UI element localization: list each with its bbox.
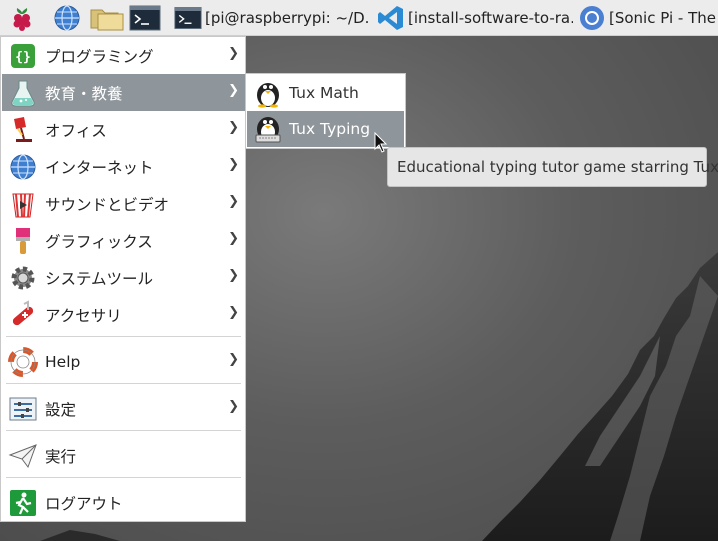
taskbar-task-label: [pi@raspberrypi: ~/D...	[205, 9, 368, 27]
menu-item-label: グラフィックス	[45, 232, 153, 251]
menu-separator	[6, 383, 241, 384]
office-lamp-icon	[14, 116, 32, 142]
tux-math-icon	[257, 83, 279, 108]
chevron-right-icon: ❯	[228, 46, 239, 61]
popcorn-icon	[12, 193, 34, 217]
menu-item-label: インターネット	[45, 158, 154, 177]
menu-item-label: 設定	[45, 400, 77, 419]
menu-item-education[interactable]: 教育・教養 ❯	[2, 74, 245, 111]
menu-item-logout[interactable]: ログアウト	[2, 484, 245, 521]
file-manager-icon[interactable]	[90, 4, 124, 32]
menu-item-label: サウンドとビデオ	[45, 195, 170, 214]
vscode-icon	[378, 6, 403, 30]
submenu-item-label: Tux Math	[289, 84, 359, 102]
mouse-cursor-icon	[374, 132, 388, 153]
menu-item-label: 教育・教養	[45, 84, 123, 103]
menu-item-settings[interactable]: 設定 ❯	[2, 390, 245, 427]
taskbar-task-label: [install-software-to-ra...	[408, 9, 573, 27]
menu-item-label: アクセサリ	[45, 306, 122, 325]
menu-item-label: 実行	[45, 447, 77, 466]
taskbar: [pi@raspberrypi: ~/D... [install-softwar…	[0, 0, 718, 36]
menu-item-internet[interactable]: インターネット ❯	[2, 148, 245, 185]
chevron-right-icon: ❯	[228, 157, 239, 172]
lifebuoy-icon	[8, 346, 38, 377]
submenu-item-tux-math[interactable]: Tux Math	[247, 75, 404, 111]
taskbar-task-sonic-pi[interactable]: [Sonic Pi - The L	[578, 2, 718, 34]
menu-item-label: オフィス	[45, 121, 107, 140]
globe-icon	[10, 153, 36, 180]
swiss-knife-icon	[12, 299, 34, 325]
chevron-right-icon: ❯	[228, 83, 239, 98]
menu-item-sound-video[interactable]: サウンドとビデオ ❯	[2, 185, 245, 222]
education-flask-icon	[11, 80, 35, 106]
menu-item-label: プログラミング	[45, 47, 154, 66]
menu-item-accessories[interactable]: アクセサリ ❯	[2, 296, 245, 333]
taskbar-task-vscode[interactable]: [install-software-to-ra...	[377, 2, 573, 34]
settings-sliders-icon	[9, 397, 37, 420]
menu-item-graphics[interactable]: グラフィックス ❯	[2, 222, 245, 259]
tux-typing-icon	[255, 117, 281, 143]
menu-item-label: システムツール	[45, 269, 154, 288]
chevron-right-icon: ❯	[228, 268, 239, 283]
programming-icon: {}	[11, 43, 35, 68]
menu-item-label: ログアウト	[45, 494, 123, 513]
paper-plane-icon	[8, 443, 37, 468]
menu-item-run[interactable]: 実行	[2, 437, 245, 474]
menu-item-office[interactable]: オフィス ❯	[2, 111, 245, 148]
chevron-right-icon: ❯	[228, 194, 239, 209]
menu-item-label: Help	[45, 352, 81, 371]
menu-item-programming[interactable]: {} プログラミング ❯	[2, 37, 245, 74]
exit-icon	[10, 489, 36, 516]
chevron-right-icon: ❯	[228, 120, 239, 135]
chevron-right-icon: ❯	[228, 352, 239, 367]
svg-text:{}: {}	[15, 50, 31, 65]
chromium-icon	[580, 6, 604, 30]
chevron-right-icon: ❯	[228, 399, 239, 414]
browser-globe-icon[interactable]	[53, 4, 81, 32]
taskbar-task-label: [Sonic Pi - The L	[609, 9, 718, 27]
taskbar-task-terminal[interactable]: [pi@raspberrypi: ~/D...	[174, 2, 368, 34]
submenu-item-label: Tux Typing	[289, 120, 371, 138]
chevron-right-icon: ❯	[228, 305, 239, 320]
terminal-launcher-icon[interactable]	[129, 4, 161, 32]
menu-separator	[6, 336, 241, 337]
terminal-icon	[174, 7, 202, 29]
raspberry-menu-icon[interactable]	[8, 4, 36, 32]
gear-icon	[11, 266, 35, 289]
tooltip: Educational typing tutor game starring T…	[387, 147, 718, 187]
menu-separator	[6, 477, 241, 478]
menu-item-help[interactable]: Help ❯	[2, 343, 245, 380]
application-menu: {} プログラミング ❯ 教育・教養 ❯ オフィス ❯ インターネット ❯ サウ…	[0, 36, 246, 522]
menu-item-system-tools[interactable]: システムツール ❯	[2, 259, 245, 296]
menu-separator	[6, 430, 241, 431]
chevron-right-icon: ❯	[228, 231, 239, 246]
paintbrush-icon	[16, 227, 30, 254]
